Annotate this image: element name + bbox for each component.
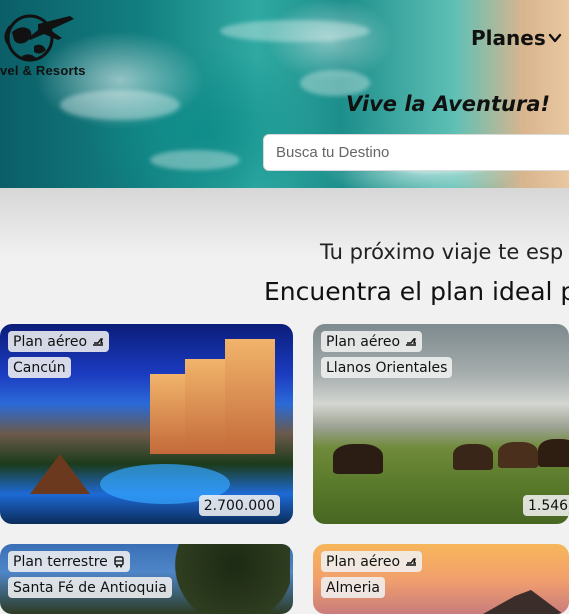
destination-label: Cancún (13, 359, 66, 376)
bus-icon (114, 555, 124, 567)
plan-card-santa-fe-de-antioquia[interactable]: Plan terrestre Santa Fé de Antioquia (0, 544, 293, 614)
section-subtitle: Tu próximo viaje te esp (320, 240, 564, 264)
chevron-down-icon (548, 33, 561, 43)
destination-badge: Almeria (321, 577, 385, 598)
section-heading: Encuentra el plan ideal p (264, 277, 569, 306)
hero-slogan: Vive la Aventura! (346, 92, 551, 116)
plane-icon (406, 337, 417, 346)
nav-planes-button[interactable]: Planes (471, 26, 562, 50)
plan-type-badge: Plan terrestre (8, 551, 130, 572)
price-label: 2.700.000 (203, 497, 275, 514)
nav-planes-label: Planes (471, 26, 546, 50)
hero-banner: vel & Resorts Planes Vive la Aventura! (0, 0, 569, 188)
plane-icon (93, 337, 104, 346)
destination-badge: Llanos Orientales (321, 357, 453, 378)
plan-type-badge: Plan aéreo (8, 331, 110, 352)
logo-text: vel & Resorts (0, 63, 86, 78)
plane-icon (406, 557, 417, 566)
plan-type-label: Plan aéreo (326, 553, 401, 570)
destination-badge: Cancún (8, 357, 71, 378)
destination-badge: Santa Fé de Antioquia (8, 577, 172, 598)
plan-type-badge: Plan aéreo (321, 551, 423, 572)
destination-label: Almeria (326, 579, 380, 596)
plan-type-label: Plan terrestre (13, 553, 108, 570)
price-label: 1.546.0 (528, 497, 569, 514)
destination-label: Llanos Orientales (326, 359, 448, 376)
price-badge: 1.546.0 (523, 495, 569, 516)
plan-card-almeria[interactable]: Plan aéreo Almeria (313, 544, 569, 614)
search-input[interactable] (263, 134, 569, 171)
plan-card-cancun[interactable]: Plan aéreo Cancún 2.700.000 (0, 324, 293, 524)
destination-label: Santa Fé de Antioquia (13, 579, 167, 596)
plan-card-llanos-orientales[interactable]: Plan aéreo Llanos Orientales 1.546.0 (313, 324, 569, 524)
plan-type-label: Plan aéreo (13, 333, 88, 350)
plan-type-badge: Plan aéreo (321, 331, 423, 352)
plan-type-label: Plan aéreo (326, 333, 401, 350)
price-badge: 2.700.000 (198, 495, 280, 516)
